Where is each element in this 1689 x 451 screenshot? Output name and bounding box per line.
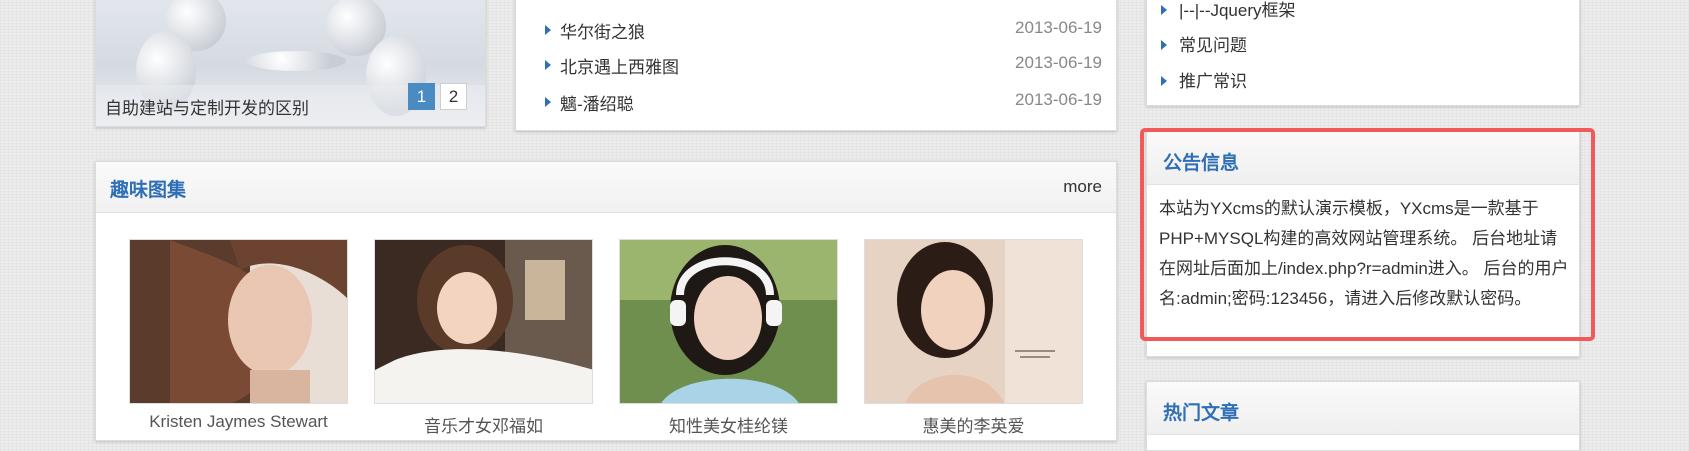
news-item[interactable]: 华尔街之狼 2013-06-19 bbox=[530, 18, 1102, 42]
gallery-photo[interactable] bbox=[864, 239, 1083, 404]
slide-page-1-button[interactable]: 1 bbox=[408, 83, 435, 110]
news-date: 2013-06-19 bbox=[1015, 18, 1102, 37]
notice-header: 公告信息 bbox=[1147, 132, 1579, 185]
category-item[interactable]: |--|--Jquery框架 bbox=[1161, 0, 1296, 21]
bullet-triangle-icon bbox=[1161, 40, 1167, 51]
bullet-triangle-icon bbox=[1161, 5, 1167, 16]
hot-articles-panel: 热门文章 bbox=[1146, 381, 1580, 451]
gallery-photo[interactable] bbox=[374, 239, 593, 404]
gallery-photo[interactable] bbox=[619, 239, 838, 404]
news-date: 2013-06-19 bbox=[1015, 53, 1102, 72]
news-list: 华尔街之狼 2013-06-19 北京遇上西雅图 2013-06-19 魑-潘绍… bbox=[515, 0, 1117, 131]
notice-panel: 公告信息 本站为YXcms的默认演示模板，YXcms是一款基于PHP+MYSQL… bbox=[1146, 131, 1580, 357]
news-title[interactable]: 北京遇上西雅图 bbox=[560, 53, 679, 78]
hot-articles-header: 热门文章 bbox=[1147, 382, 1579, 435]
gallery-photo[interactable] bbox=[129, 239, 348, 404]
portrait-image bbox=[375, 240, 592, 403]
figure-decoration bbox=[246, 51, 346, 71]
news-item[interactable]: 魑-潘绍聪 2013-06-19 bbox=[530, 90, 1102, 114]
gallery-header: 趣味图集 more bbox=[96, 162, 1116, 213]
news-title[interactable]: 华尔街之狼 bbox=[560, 18, 645, 43]
slide-page-2-button[interactable]: 2 bbox=[440, 83, 467, 110]
gallery-photo-caption[interactable]: 惠美的李英爱 bbox=[864, 412, 1083, 437]
portrait-image bbox=[620, 240, 837, 403]
hot-articles-title: 热门文章 bbox=[1163, 403, 1240, 424]
portrait-image bbox=[130, 240, 347, 403]
notice-body: 本站为YXcms的默认演示模板，YXcms是一款基于PHP+MYSQL构建的高效… bbox=[1159, 199, 1569, 308]
category-label[interactable]: |--|--Jquery框架 bbox=[1179, 1, 1296, 20]
category-item[interactable]: 常见问题 bbox=[1161, 31, 1247, 56]
gallery-more-link[interactable]: more bbox=[1063, 177, 1102, 197]
gallery-panel: 趣味图集 more Kristen Jaymes Stewart 音乐才女邓福如 bbox=[95, 161, 1117, 441]
news-item[interactable]: 北京遇上西雅图 2013-06-19 bbox=[530, 53, 1102, 77]
slideshow: 自助建站与定制开发的区别 1 2 bbox=[95, 0, 486, 127]
gallery-photo-caption[interactable]: 知性美女桂纶镁 bbox=[619, 412, 838, 437]
bullet-triangle-icon bbox=[1161, 76, 1167, 87]
news-date: 2013-06-19 bbox=[1015, 90, 1102, 109]
category-item[interactable]: 推广常识 bbox=[1161, 67, 1247, 92]
notice-title: 公告信息 bbox=[1163, 153, 1240, 174]
portrait-image bbox=[865, 240, 1082, 403]
bullet-triangle-icon bbox=[545, 97, 551, 107]
news-title[interactable]: 魑-潘绍聪 bbox=[560, 90, 634, 115]
category-label[interactable]: 推广常识 bbox=[1179, 72, 1247, 91]
bullet-triangle-icon bbox=[545, 60, 551, 70]
gallery-title: 趣味图集 bbox=[110, 180, 187, 201]
category-list: |--|--Jquery框架 常见问题 推广常识 bbox=[1146, 0, 1580, 106]
gallery-photo-caption[interactable]: 音乐才女邓福如 bbox=[374, 412, 593, 437]
bullet-triangle-icon bbox=[545, 25, 551, 35]
gallery-photo-caption[interactable]: Kristen Jaymes Stewart bbox=[129, 412, 348, 432]
slide-caption[interactable]: 自助建站与定制开发的区别 bbox=[105, 94, 309, 119]
category-label[interactable]: 常见问题 bbox=[1179, 36, 1247, 55]
